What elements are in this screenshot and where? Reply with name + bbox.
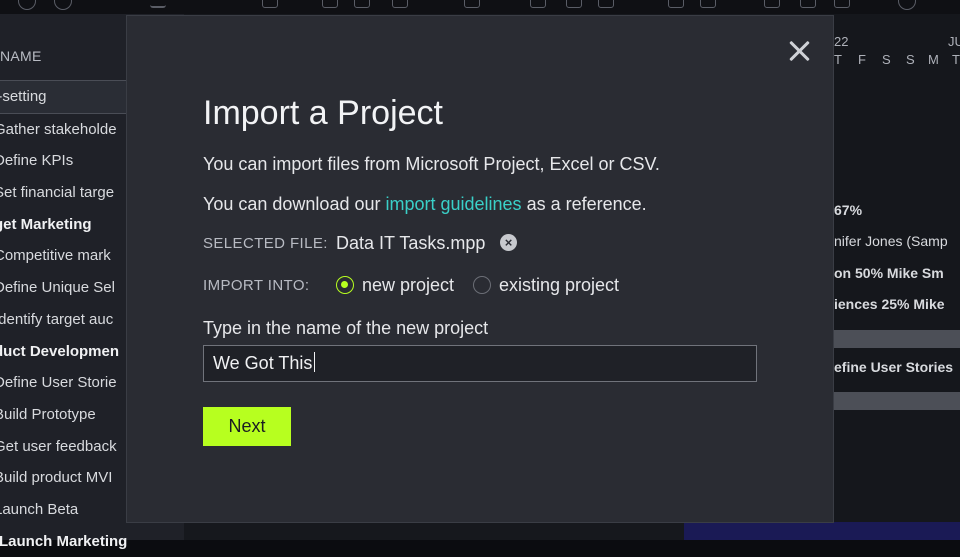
existing-project-label[interactable]: existing project (499, 275, 619, 296)
attach-icon[interactable] (668, 0, 684, 8)
task-row-label: Define Unique Sel (0, 279, 115, 297)
assignee-text: nifer Jones (Samp (834, 233, 948, 249)
back-icon[interactable] (18, 0, 36, 10)
export-icon[interactable] (598, 0, 614, 8)
timeline-day-label: S (906, 52, 915, 67)
progress-text: iences 25% Mike (834, 296, 945, 312)
new-project-label[interactable]: new project (362, 275, 454, 296)
layout-icon[interactable] (800, 0, 816, 8)
task-row-label: Gather stakeholde (0, 120, 117, 138)
comment-icon[interactable] (566, 0, 582, 8)
task-row-label: Build Prototype (0, 405, 96, 423)
task-row-label: Identify target auc (0, 310, 114, 328)
timeline-month-label: JU (948, 34, 960, 49)
import-into-label: IMPORT INTO: (203, 277, 310, 294)
intro-text: You can import files from Microsoft Proj… (203, 154, 660, 174)
tag-icon[interactable] (464, 0, 480, 8)
project-name-value: We Got This (213, 353, 313, 373)
next-button[interactable]: Next (203, 407, 291, 446)
share-icon[interactable] (530, 0, 546, 8)
gantt-timeline: 22 JU T F S S M T 67% nifer Jones (Samp … (834, 14, 960, 540)
gantt-bar[interactable] (834, 330, 960, 348)
gantt-bar[interactable] (684, 522, 960, 540)
timeline-month-label: 22 (834, 34, 849, 49)
task-row-label: Build product MVI (0, 469, 113, 487)
help-icon[interactable] (898, 0, 916, 10)
task-row-label: Competitive mark (0, 247, 111, 265)
progress-text: 67% (834, 202, 863, 218)
task-row-label: -Launch Marketing (0, 532, 128, 550)
timeline-day-label: M (928, 52, 939, 67)
existing-project-radio[interactable] (473, 276, 491, 294)
project-name-label: Type in the name of the new project (203, 318, 489, 338)
new-project-radio[interactable] (336, 276, 354, 294)
task-row[interactable]: -Launch Marketing (0, 526, 184, 557)
task-row-label: Get user feedback (0, 437, 117, 455)
selected-file-label: SELECTED FILE: (203, 235, 328, 252)
text-caret (314, 352, 316, 372)
task-bar-label: efine User Stories (834, 359, 954, 375)
task-row-label: Launch Beta (0, 500, 79, 518)
task-row-label: get Marketing (0, 215, 92, 233)
menu-icon[interactable] (150, 0, 166, 8)
import-guidelines-link[interactable]: import guidelines (385, 194, 521, 214)
text-icon[interactable] (354, 0, 370, 8)
download-prefix: You can download our (203, 194, 386, 214)
task-row-label: l-setting (0, 88, 47, 105)
download-suffix: as a reference. (521, 194, 647, 214)
gantt-bar[interactable] (834, 392, 960, 410)
task-row-label: duct Developmen (0, 342, 120, 360)
name-column-header: NAME (0, 48, 42, 64)
import-project-dialog: Import a Project You can import files fr… (126, 15, 834, 523)
timeline-day-label: T (952, 52, 960, 67)
selected-file-name: Data IT Tasks.mpp (336, 233, 486, 253)
settings-icon[interactable] (262, 0, 278, 8)
task-row-label: Define User Storie (0, 374, 117, 392)
close-icon[interactable] (785, 36, 815, 66)
timeline-day-label: T (834, 52, 842, 67)
download-text: You can download our import guidelines a… (203, 194, 647, 215)
dialog-title: Import a Project (203, 94, 443, 132)
progress-text: on 50% Mike Sm (834, 265, 944, 281)
link-icon[interactable] (392, 0, 408, 8)
delete-icon[interactable] (322, 0, 338, 8)
remove-file-icon[interactable]: × (500, 234, 517, 251)
task-row-label: Set financial targe (0, 184, 115, 202)
calendar-icon[interactable] (764, 0, 780, 8)
task-row-label: Define KPIs (0, 152, 74, 170)
forward-icon[interactable] (54, 0, 72, 10)
app-toolbar (0, 0, 960, 15)
timeline-day-label: F (858, 52, 866, 67)
timeline-day-label: S (882, 52, 891, 67)
project-name-input[interactable]: We Got This (203, 345, 757, 382)
print-icon[interactable] (834, 0, 850, 8)
note-icon[interactable] (700, 0, 716, 8)
